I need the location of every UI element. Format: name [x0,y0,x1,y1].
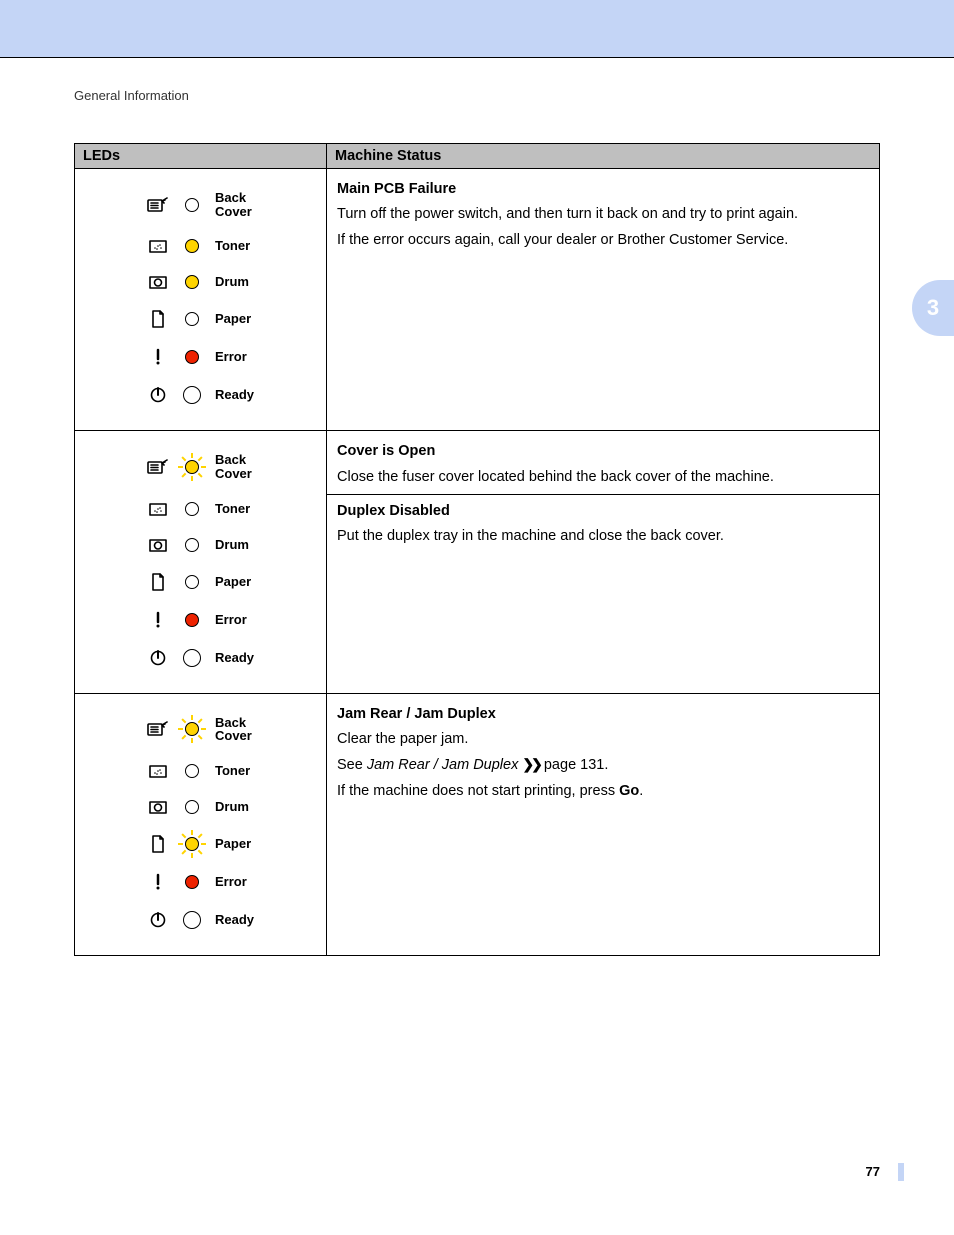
col-header-status: Machine Status [327,144,880,169]
status-cell: Cover is OpenClose the fuser cover locat… [327,431,880,693]
led-list: BackCover Toner Drum Paper Error Ready [85,702,316,937]
status-title: Duplex Disabled [337,499,869,524]
status-text: See Jam Rear / Jam Duplex ❯❯ page 131. [337,752,869,778]
error-icon [147,873,169,891]
table-row: BackCover Toner Drum Paper Error Ready M… [75,169,880,431]
led-cell: BackCover Toner Drum Paper Error Ready [75,693,327,955]
toner-icon [147,501,169,517]
led-row-drum: Drum [147,274,316,290]
drum-icon [147,799,169,815]
back_cover-icon [147,197,169,213]
ready-icon [147,911,169,929]
status-title: Main PCB Failure [337,177,869,202]
status-text: Turn off the power switch, and then turn… [337,202,869,227]
status-cell: Jam Rear / Jam DuplexClear the paper jam… [327,693,880,955]
page-number: 77 [866,1164,880,1179]
led-row-ready: Ready [147,649,316,667]
toner-icon [147,763,169,779]
error-icon [147,348,169,366]
led-list: BackCover Toner Drum Paper Error Ready [85,439,316,674]
toner-icon [147,238,169,254]
ready-icon [147,386,169,404]
status-text: Put the duplex tray in the machine and c… [337,524,869,549]
chapter-number: 3 [927,295,939,321]
led-row-ready: Ready [147,911,316,929]
status-text: Close the fuser cover located behind the… [337,465,869,490]
led-cell: BackCover Toner Drum Paper Error Ready [75,431,327,693]
led-row-toner: Toner [147,501,316,517]
status-title: Cover is Open [337,439,869,464]
drum-icon [147,537,169,553]
led-row-error: Error [147,611,316,629]
section-title: General Information [74,88,880,103]
col-header-leds: LEDs [75,144,327,169]
status-text: Clear the paper jam. [337,727,869,752]
led-row-paper: Paper [147,310,316,328]
ready-icon [147,649,169,667]
led-row-error: Error [147,348,316,366]
paper-icon [147,835,169,853]
paper-icon [147,310,169,328]
led-row-paper: Paper [147,835,316,853]
led-row-drum: Drum [147,799,316,815]
led-row-toner: Toner [147,238,316,254]
table-row: BackCover Toner Drum Paper Error Ready C… [75,431,880,693]
drum-icon [147,274,169,290]
led-row-error: Error [147,873,316,891]
led-row-drum: Drum [147,537,316,553]
back_cover-icon [147,459,169,475]
status-title: Jam Rear / Jam Duplex [337,702,869,727]
page-number-bar [898,1163,904,1181]
page-content: General Information LEDs Machine Status … [0,58,954,956]
table-row: BackCover Toner Drum Paper Error Ready J… [75,693,880,955]
led-row-paper: Paper [147,573,316,591]
led-row-toner: Toner [147,763,316,779]
back_cover-icon [147,721,169,737]
error-icon [147,611,169,629]
led-row-back_cover: BackCover [147,453,316,480]
status-text: If the error occurs again, call your dea… [337,228,869,253]
chevron-right-icon: ❯❯ [522,756,539,772]
led-status-table: LEDs Machine Status BackCover Toner Drum… [74,143,880,956]
status-cell: Main PCB FailureTurn off the power switc… [327,169,880,431]
led-list: BackCover Toner Drum Paper Error Ready [85,177,316,412]
status-text: If the machine does not start printing, … [337,779,869,804]
led-row-ready: Ready [147,386,316,404]
paper-icon [147,573,169,591]
led-cell: BackCover Toner Drum Paper Error Ready [75,169,327,431]
led-row-back_cover: BackCover [147,191,316,218]
led-row-back_cover: BackCover [147,716,316,743]
top-bar [0,0,954,58]
